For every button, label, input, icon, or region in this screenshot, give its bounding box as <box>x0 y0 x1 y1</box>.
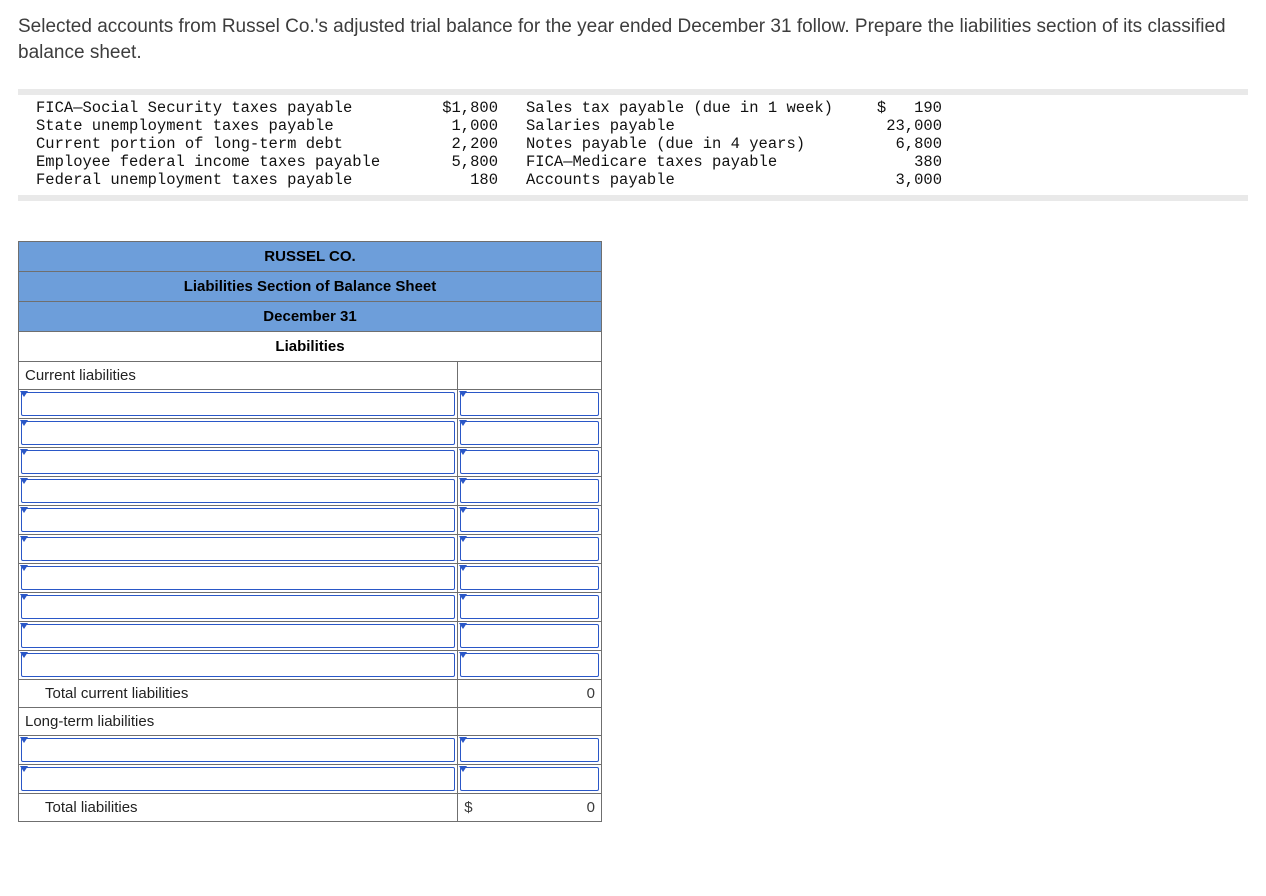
empty-cell <box>458 362 602 390</box>
empty-cell <box>458 708 602 736</box>
account-select[interactable] <box>19 736 458 765</box>
total-current-label: Total current liabilities <box>19 680 458 708</box>
account-select[interactable] <box>19 651 458 680</box>
account-select[interactable] <box>19 765 458 794</box>
chevron-down-icon <box>459 449 467 455</box>
account-select[interactable] <box>19 564 458 593</box>
account-label: Current portion of long-term debt <box>18 135 408 153</box>
chevron-down-icon <box>20 594 28 600</box>
sheet-date-header: December 31 <box>19 302 602 332</box>
account-label: Notes payable (due in 4 years) <box>498 135 838 153</box>
account-select[interactable] <box>19 448 458 477</box>
trial-balance-data: FICA—Social Security taxes payable$1,800… <box>18 89 1248 201</box>
account-select[interactable] <box>19 419 458 448</box>
account-amount: 2,200 <box>408 135 498 153</box>
sheet-title-header: Liabilities Section of Balance Sheet <box>19 272 602 302</box>
account-amount: $1,800 <box>408 99 498 117</box>
chevron-down-icon <box>459 565 467 571</box>
amount-input[interactable] <box>458 651 602 680</box>
chevron-down-icon <box>459 478 467 484</box>
account-select[interactable] <box>19 477 458 506</box>
account-label: Salaries payable <box>498 117 838 135</box>
account-label: State unemployment taxes payable <box>18 117 408 135</box>
long-term-liabilities-label: Long-term liabilities <box>19 708 458 736</box>
account-amount: 6,800 <box>838 135 948 153</box>
chevron-down-icon <box>459 652 467 658</box>
account-amount: 5,800 <box>408 153 498 171</box>
amount-input[interactable] <box>458 736 602 765</box>
amount-input[interactable] <box>458 622 602 651</box>
sheet-section-header: Liabilities <box>19 332 602 362</box>
total-liabilities-amount: 0 <box>587 799 595 816</box>
account-amount: 380 <box>838 153 948 171</box>
account-label: Accounts payable <box>498 171 838 189</box>
chevron-down-icon <box>20 507 28 513</box>
problem-intro: Selected accounts from Russel Co.'s adju… <box>18 14 1248 65</box>
chevron-down-icon <box>20 420 28 426</box>
chevron-down-icon <box>459 420 467 426</box>
account-amount: 3,000 <box>838 171 948 189</box>
amount-input[interactable] <box>458 419 602 448</box>
chevron-down-icon <box>20 652 28 658</box>
decorative-bar <box>18 89 1248 95</box>
account-amount: $ 190 <box>838 99 948 117</box>
chevron-down-icon <box>459 594 467 600</box>
account-label: Employee federal income taxes payable <box>18 153 408 171</box>
account-select[interactable] <box>19 593 458 622</box>
account-select[interactable] <box>19 390 458 419</box>
chevron-down-icon <box>459 536 467 542</box>
current-liabilities-label: Current liabilities <box>19 362 458 390</box>
chevron-down-icon <box>459 766 467 772</box>
account-label: FICA—Medicare taxes payable <box>498 153 838 171</box>
chevron-down-icon <box>459 391 467 397</box>
total-liabilities-value: $ 0 <box>458 794 602 822</box>
data-row: Current portion of long-term debt2,200No… <box>18 135 1248 153</box>
chevron-down-icon <box>20 536 28 542</box>
data-row: Employee federal income taxes payable5,8… <box>18 153 1248 171</box>
account-amount: 23,000 <box>838 117 948 135</box>
chevron-down-icon <box>459 507 467 513</box>
account-label: Federal unemployment taxes payable <box>18 171 408 189</box>
amount-input[interactable] <box>458 765 602 794</box>
chevron-down-icon <box>20 478 28 484</box>
data-row: FICA—Social Security taxes payable$1,800… <box>18 99 1248 117</box>
amount-input[interactable] <box>458 477 602 506</box>
chevron-down-icon <box>20 391 28 397</box>
account-select[interactable] <box>19 535 458 564</box>
sheet-company-header: RUSSEL CO. <box>19 242 602 272</box>
total-current-value: 0 <box>458 680 602 708</box>
chevron-down-icon <box>20 565 28 571</box>
account-label: Sales tax payable (due in 1 week) <box>498 99 838 117</box>
amount-input[interactable] <box>458 448 602 477</box>
chevron-down-icon <box>459 623 467 629</box>
total-liabilities-label: Total liabilities <box>19 794 458 822</box>
chevron-down-icon <box>20 623 28 629</box>
chevron-down-icon <box>20 766 28 772</box>
amount-input[interactable] <box>458 535 602 564</box>
data-row: Federal unemployment taxes payable180Acc… <box>18 171 1248 189</box>
amount-input[interactable] <box>458 390 602 419</box>
amount-input[interactable] <box>458 593 602 622</box>
balance-sheet-table: RUSSEL CO. Liabilities Section of Balanc… <box>18 241 602 822</box>
account-label: FICA—Social Security taxes payable <box>18 99 408 117</box>
decorative-bar <box>18 195 1248 201</box>
account-select[interactable] <box>19 622 458 651</box>
account-amount: 180 <box>408 171 498 189</box>
amount-input[interactable] <box>458 564 602 593</box>
amount-input[interactable] <box>458 506 602 535</box>
data-row: State unemployment taxes payable1,000Sal… <box>18 117 1248 135</box>
chevron-down-icon <box>20 449 28 455</box>
chevron-down-icon <box>20 737 28 743</box>
currency-symbol: $ <box>464 799 472 816</box>
account-amount: 1,000 <box>408 117 498 135</box>
account-select[interactable] <box>19 506 458 535</box>
chevron-down-icon <box>459 737 467 743</box>
